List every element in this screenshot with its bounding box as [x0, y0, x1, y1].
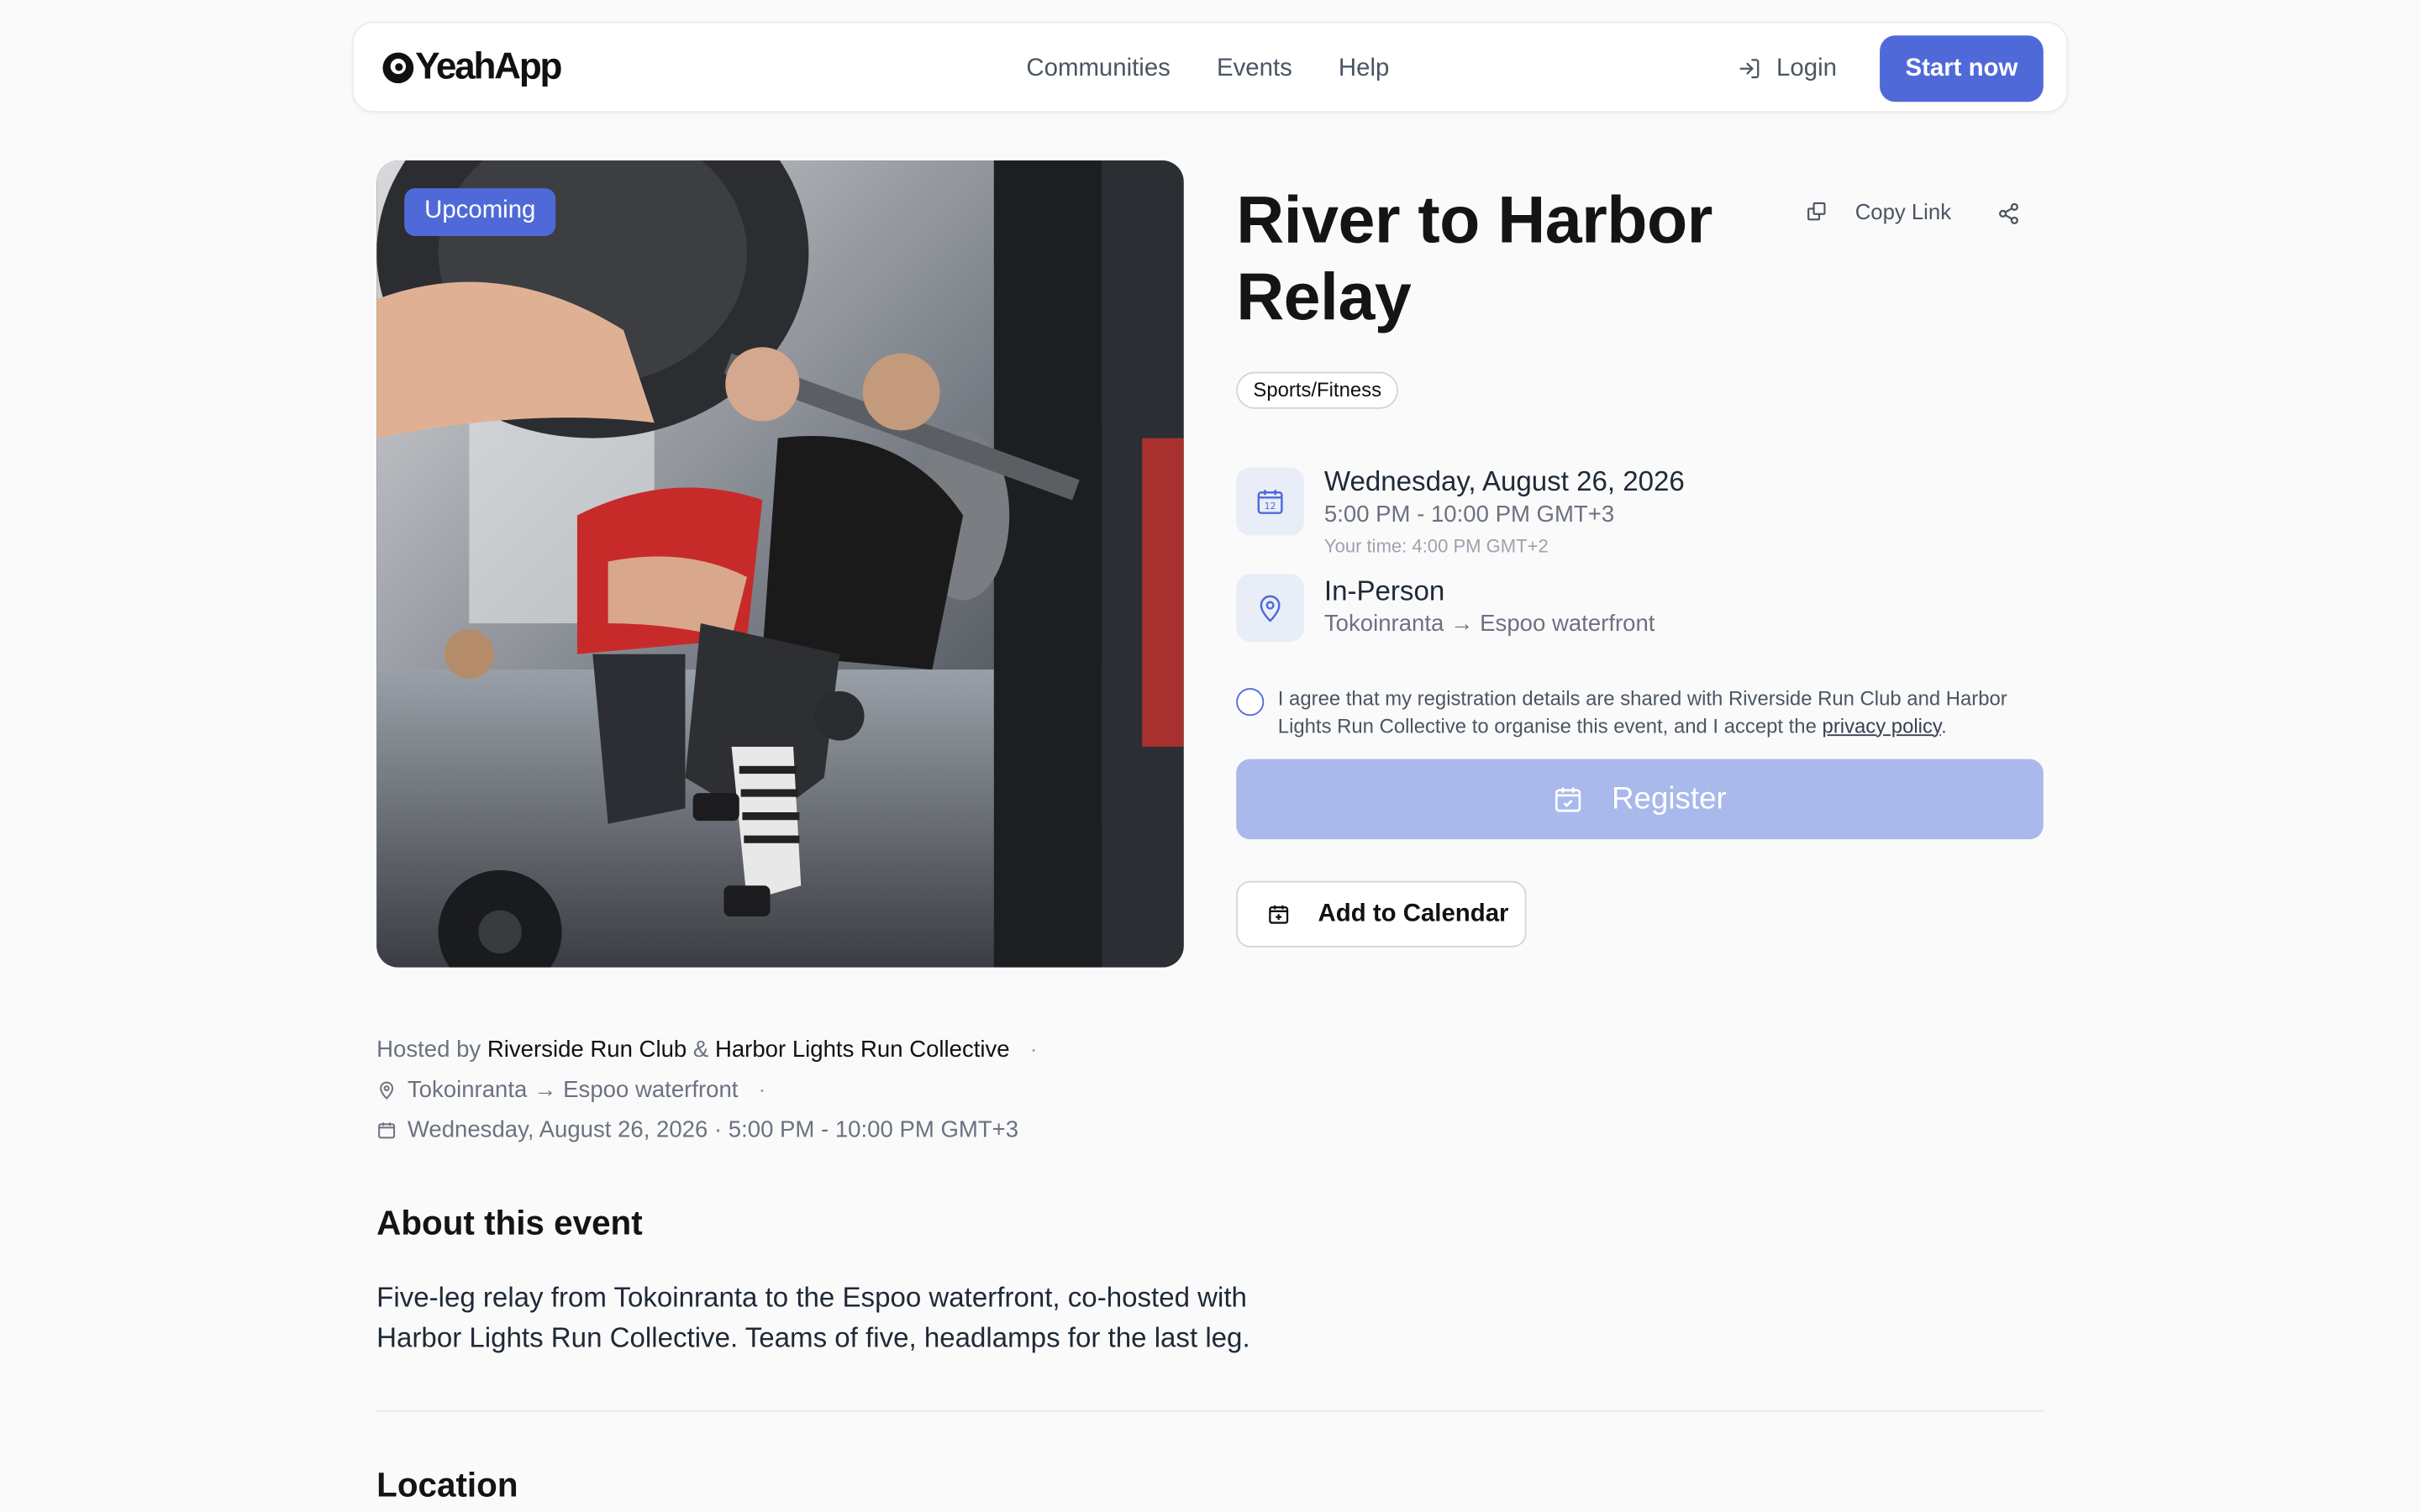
- host-separator: &: [692, 1037, 709, 1063]
- consent-row: I agree that my registration details are…: [1236, 685, 2042, 738]
- date-info-row: 12 Wednesday, August 26, 2026 5:00 PM - …: [1236, 465, 1685, 560]
- calendar-icon: [378, 1122, 396, 1139]
- main-nav: Communities Events Help: [1026, 24, 1389, 114]
- copy-icon: [1807, 202, 1826, 221]
- meta-location: Tokoinranta → Espoo waterfront: [407, 1077, 739, 1104]
- map-pin-icon: [380, 1081, 394, 1100]
- event-cover-image: Upcoming: [376, 160, 1184, 968]
- meta-location-line: Tokoinranta → Espoo waterfront ·: [376, 1077, 766, 1104]
- event-location: Tokoinranta → Espoo waterfront: [1323, 611, 1655, 638]
- brand-name: YeahApp: [415, 46, 562, 88]
- event-format: In-Person: [1323, 575, 1445, 606]
- calendar-date-icon-box: 12: [1236, 467, 1305, 536]
- category-tag: Sports/Fitness: [1236, 371, 1399, 409]
- consent-text: I agree that my registration details are…: [1277, 686, 2007, 738]
- privacy-policy-link[interactable]: privacy policy: [1823, 713, 1942, 737]
- share-icon[interactable]: [1997, 202, 2021, 226]
- start-now-button[interactable]: Start now: [1880, 35, 2044, 102]
- add-to-calendar-button[interactable]: Add to Calendar: [1236, 880, 1527, 948]
- map-pin-icon: [1260, 595, 1281, 622]
- hosted-by-prefix: Hosted by: [376, 1037, 481, 1063]
- calendar-plus-icon: [1269, 905, 1289, 924]
- separator-dot: ·: [1029, 1037, 1038, 1063]
- gym-photo: [376, 160, 1184, 968]
- nav-link-events[interactable]: Events: [1217, 55, 1292, 82]
- copy-link-button[interactable]: Copy Link: [1806, 199, 1951, 223]
- logo-eye-icon: [382, 52, 414, 84]
- host-link-2[interactable]: Harbor Lights Run Collective: [715, 1037, 1010, 1063]
- login-button[interactable]: Login: [1738, 24, 1837, 114]
- location-heading: Location: [376, 1465, 518, 1504]
- copy-link-label: Copy Link: [1854, 198, 1952, 224]
- event-date: Wednesday, August 26, 2026: [1323, 465, 1685, 497]
- hosted-by-line: Hosted by Riverside Run Club & Harbor Li…: [376, 1037, 1038, 1063]
- about-description: Five-leg relay from Tokoinranta to the E…: [376, 1282, 1250, 1353]
- brand-logo[interactable]: YeahApp: [382, 45, 562, 91]
- login-label: Login: [1776, 55, 1837, 81]
- location-info-row: In-Person Tokoinranta → Espoo waterfront: [1236, 574, 1655, 643]
- location-icon-box: [1236, 574, 1305, 643]
- consent-checkbox[interactable]: [1236, 688, 1265, 717]
- calendar-check-icon: [1555, 787, 1581, 812]
- nav-link-communities[interactable]: Communities: [1026, 55, 1170, 82]
- about-heading: About this event: [376, 1203, 643, 1242]
- event-title: River to Harbor Relay: [1236, 183, 1712, 335]
- meta-datetime-line: Wednesday, August 26, 2026 · 5:00 PM - 1…: [376, 1117, 1018, 1143]
- section-divider: [376, 1410, 2044, 1412]
- local-time: Your time: 4:00 PM GMT+2: [1323, 535, 1549, 558]
- top-navbar: YeahApp Communities Events Help Login St…: [351, 21, 2069, 114]
- event-time: 5:00 PM - 10:00 PM GMT+3: [1323, 501, 1615, 528]
- register-button[interactable]: Register: [1236, 759, 2044, 840]
- status-badge: Upcoming: [404, 188, 556, 237]
- nav-link-help[interactable]: Help: [1339, 55, 1389, 82]
- login-icon: [1739, 59, 1760, 79]
- host-link-1[interactable]: Riverside Run Club: [487, 1037, 687, 1063]
- add-to-calendar-label: Add to Calendar: [1318, 900, 1509, 927]
- separator-dot: ·: [758, 1077, 766, 1104]
- calendar-icon: 12: [1257, 490, 1283, 514]
- meta-datetime: Wednesday, August 26, 2026 · 5:00 PM - 1…: [407, 1116, 1019, 1143]
- register-label: Register: [1611, 781, 1727, 816]
- svg-text:12: 12: [1265, 501, 1276, 512]
